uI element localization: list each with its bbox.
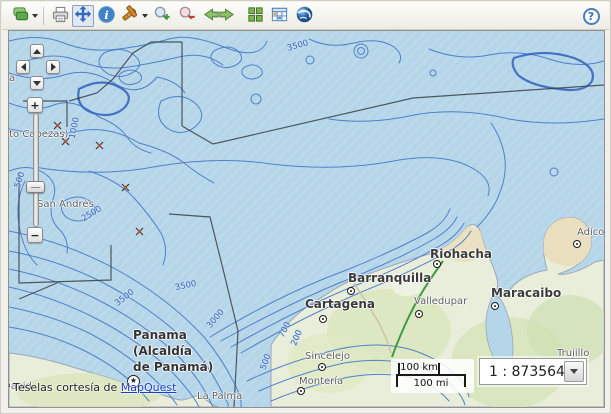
attribution: Teselas cortesía de MapQuest	[13, 381, 176, 394]
city-marker	[415, 310, 423, 318]
city-marker	[297, 387, 305, 395]
pan-down-button[interactable]	[30, 76, 44, 90]
zoom-out-magnifier-icon	[178, 5, 197, 28]
zoom-out-tool-button[interactable]	[176, 5, 198, 27]
wreck-symbol	[135, 221, 144, 240]
measure-dropdown-caret[interactable]	[142, 14, 148, 18]
info-icon: i	[97, 5, 116, 28]
arrow-up-icon	[33, 48, 41, 54]
pan-right-button[interactable]	[46, 60, 60, 74]
layers-icon	[11, 5, 30, 28]
scale-bar: 100 km 100 mi	[391, 359, 474, 393]
map-canvas[interactable]: 3500 3500 3500 3000 2500 1000 500 700 50…	[9, 31, 604, 407]
town-label-adicora: Adícora	[577, 227, 604, 238]
layers-button[interactable]	[9, 5, 31, 27]
layers-dropdown-caret[interactable]	[32, 14, 38, 18]
mapquest-link[interactable]: MapQuest	[121, 381, 177, 394]
help-button[interactable]: ?	[580, 5, 602, 27]
wreck-symbol	[61, 131, 70, 150]
scale-select-dropdown-button[interactable]	[564, 361, 584, 382]
map-application-window: i ? 3500 3500 3500 3000 2500 1000 500 70…	[0, 0, 611, 414]
city-marker	[319, 315, 327, 323]
city-label-cartagena: Cartagena	[305, 297, 376, 311]
scale-bar-mi-label: 100 mi	[413, 378, 449, 389]
city-marker	[433, 260, 441, 268]
town-label-la-palma: La Palma	[197, 391, 243, 402]
arrow-right-icon	[217, 5, 236, 28]
edge-label-fragment: ra	[9, 73, 16, 84]
city-label-riohacha: Riohacha	[430, 247, 492, 261]
toolbar: i ?	[2, 2, 609, 30]
next-extent-button[interactable]	[215, 5, 237, 27]
arrow-left-icon	[20, 63, 26, 71]
town-label-valledupar: Valledupar	[414, 296, 468, 307]
zoom-in-magnifier-icon	[153, 5, 172, 28]
town-label-san-andres: San Andrés	[37, 199, 94, 210]
wreck-symbol	[95, 135, 104, 154]
wreck-symbol	[121, 177, 130, 196]
town-label-monteria: Montería	[299, 376, 344, 387]
attribution-text: Teselas cortesía de	[13, 381, 121, 394]
pan-left-button[interactable]	[16, 60, 30, 74]
scale-select-value: 1 : 8735642	[489, 364, 574, 380]
zoom-slider-thumb[interactable]	[26, 181, 45, 193]
arrow-right-icon	[50, 63, 56, 71]
toolbar-separator	[43, 7, 44, 25]
full-extent-icon	[246, 5, 265, 28]
zoom-out-button[interactable]: −	[27, 227, 43, 243]
google-earth-globe-icon	[295, 5, 314, 28]
print-button[interactable]	[49, 5, 71, 27]
help-icon: ?	[582, 7, 600, 25]
city-label-maracaibo: Maracaibo	[491, 286, 562, 300]
city-label-panama: Panama (Alcaldía de Panamá)	[133, 328, 214, 374]
chevron-down-icon	[570, 369, 578, 374]
scale-select[interactable]: 1 : 8735642	[479, 358, 587, 385]
print-icon	[51, 5, 70, 28]
identify-info-button[interactable]: i	[95, 5, 117, 27]
table-grid-icon	[270, 5, 289, 28]
full-extent-button[interactable]	[244, 5, 266, 27]
city-marker	[347, 287, 355, 295]
google-earth-button[interactable]	[293, 5, 315, 27]
city-label-barranquilla: Barranquilla	[348, 271, 432, 285]
city-marker	[573, 240, 581, 248]
map-frame: 3500 3500 3500 3000 2500 1000 500 700 50…	[8, 30, 605, 408]
town-label-sincelejo: Sincelejo	[305, 351, 350, 362]
measure-ruler-icon	[120, 4, 140, 28]
pan-tool-button[interactable]	[72, 5, 94, 27]
pan-icon	[74, 5, 92, 27]
attribute-table-button[interactable]	[268, 5, 290, 27]
zoom-in-button[interactable]: +	[27, 97, 43, 113]
svg-text:i: i	[104, 7, 108, 21]
pan-up-button[interactable]	[30, 44, 44, 58]
city-marker	[491, 302, 499, 310]
arrow-down-icon	[33, 80, 41, 86]
measure-tool-button[interactable]	[119, 5, 141, 27]
zoom-slider-track[interactable]	[33, 113, 39, 227]
zoom-in-tool-button[interactable]	[151, 5, 173, 27]
scale-bar-km-label: 100 km	[400, 362, 438, 373]
city-marker	[318, 363, 326, 371]
